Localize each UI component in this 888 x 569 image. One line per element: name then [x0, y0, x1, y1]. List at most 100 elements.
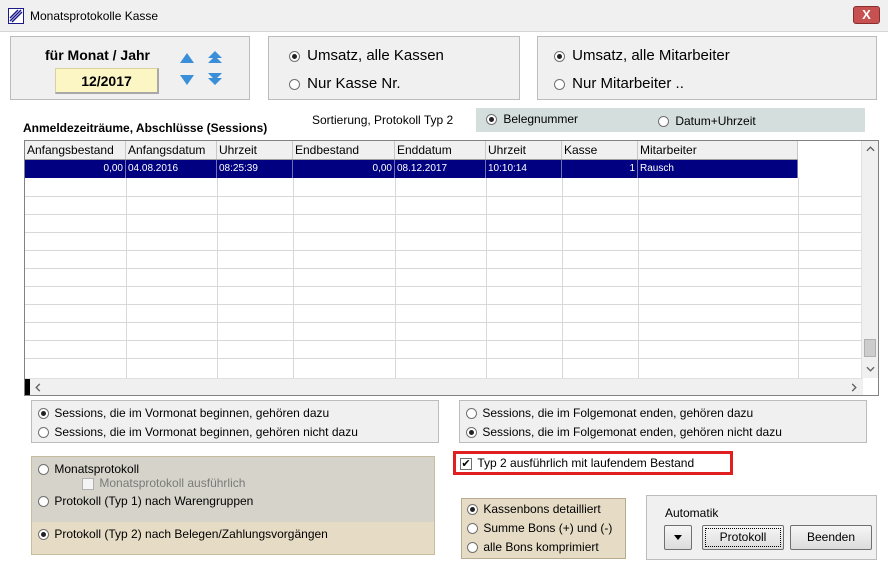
- client-area: für Monat / Jahr 12/2017 Umsatz, alle Ka…: [1, 32, 887, 569]
- cell-anfangsbestand: 0,00: [25, 160, 126, 178]
- sort-option-belegnummer-label: Belegnummer: [503, 112, 579, 126]
- bons-group: Kassenbons detailliert Summe Bons (+) un…: [461, 498, 626, 559]
- mitarbeiter-group: Umsatz, alle Mitarbeiter Nur Mitarbeiter…: [537, 36, 877, 100]
- bons-option-komprimiert[interactable]: alle Bons komprimiert: [467, 540, 599, 554]
- cell-uhrzeit-start: 08:25:39: [217, 160, 293, 178]
- radio-selected-icon: [467, 504, 478, 516]
- cell-kasse: 1: [562, 160, 638, 178]
- header-endbestand[interactable]: Endbestand: [293, 141, 395, 159]
- scroll-up-icon[interactable]: [866, 146, 875, 152]
- cell-endbestand: 0,00: [293, 160, 395, 178]
- kassen-option-all[interactable]: Umsatz, alle Kassen: [289, 47, 444, 64]
- protokoll-option-typ2-label: Protokoll (Typ 2) nach Belegen/Zahlungsv…: [54, 527, 328, 541]
- protokoll-button[interactable]: Protokoll: [702, 525, 784, 550]
- sessions-title: Anmeldezeiträume, Abschlüsse (Sessions): [23, 121, 268, 135]
- kassen-group: Umsatz, alle Kassen Nur Kasse Nr.: [268, 36, 520, 100]
- radio-selected-icon: [289, 50, 300, 62]
- protokoll-option-typ1[interactable]: Protokoll (Typ 1) nach Warengruppen: [38, 494, 253, 508]
- app-icon: [8, 8, 24, 24]
- arrow-up-fast-icon[interactable]: [207, 50, 223, 64]
- sessions-table[interactable]: Anfangsbestand Anfangsdatum Uhrzeit Endb…: [24, 140, 879, 396]
- arrow-up-icon[interactable]: [179, 52, 195, 64]
- scroll-left-icon[interactable]: [35, 383, 41, 392]
- kassen-option-single[interactable]: Nur Kasse Nr.: [289, 75, 401, 92]
- cell-mitarbeiter: Rausch: [638, 160, 798, 178]
- protokoll-option-monat-label: Monatsprotokoll: [54, 462, 140, 476]
- protokoll-sub-checkbox[interactable]: Monatsprotokoll ausführlich: [82, 476, 245, 490]
- window-title: Monatsprotokolle Kasse: [30, 9, 159, 23]
- mitarbeiter-option-all-label: Umsatz, alle Mitarbeiter: [572, 47, 730, 64]
- folgemonat-option-exclude[interactable]: Sessions, die im Folgemonat enden, gehör…: [466, 425, 782, 439]
- table-header: Anfangsbestand Anfangsdatum Uhrzeit Endb…: [25, 141, 798, 160]
- radio-selected-icon: [38, 408, 49, 420]
- row-indicator: [25, 379, 30, 395]
- scroll-right-icon[interactable]: [851, 383, 857, 392]
- vormonat-option-exclude[interactable]: Sessions, die im Vormonat beginnen, gehö…: [38, 425, 358, 439]
- beenden-button[interactable]: Beenden: [790, 525, 872, 550]
- beenden-button-label: Beenden: [806, 530, 856, 544]
- radio-icon: [466, 408, 477, 420]
- horizontal-scrollbar[interactable]: [25, 378, 863, 395]
- table-row[interactable]: 0,00 04.08.2016 08:25:39 0,00 08.12.2017…: [25, 160, 798, 178]
- kassen-option-all-label: Umsatz, alle Kassen: [307, 47, 444, 64]
- checkbox-checked-icon: ✔: [460, 457, 472, 470]
- radio-icon: [467, 542, 478, 554]
- bons-option-komprimiert-label: alle Bons komprimiert: [483, 540, 599, 554]
- mitarbeiter-option-single-label: Nur Mitarbeiter ..: [572, 75, 684, 92]
- protokoll-sub-checkbox-label: Monatsprotokoll ausführlich: [99, 476, 246, 490]
- radio-icon: [38, 464, 49, 476]
- bons-option-detailliert-label: Kassenbons detailliert: [483, 502, 601, 516]
- folgemonat-option-include[interactable]: Sessions, die im Folgemonat enden, gehör…: [466, 406, 753, 420]
- vormonat-group: Sessions, die im Vormonat beginnen, gehö…: [31, 400, 439, 443]
- sort-option-datum-label: Datum+Uhrzeit: [675, 114, 756, 128]
- sort-option-datum[interactable]: Datum+Uhrzeit: [658, 114, 756, 128]
- triangle-down-icon: [674, 535, 682, 541]
- header-mitarbeiter[interactable]: Mitarbeiter: [638, 141, 798, 159]
- protokoll-option-typ2[interactable]: Protokoll (Typ 2) nach Belegen/Zahlungsv…: [38, 527, 328, 541]
- folgemonat-option-exclude-label: Sessions, die im Folgemonat enden, gehör…: [482, 425, 782, 439]
- radio-selected-icon: [486, 114, 497, 126]
- radio-icon: [38, 496, 49, 508]
- header-anfangsbestand[interactable]: Anfangsbestand: [25, 141, 126, 159]
- close-button[interactable]: X: [853, 6, 880, 24]
- automatik-dropdown-button[interactable]: [664, 525, 692, 550]
- radio-icon: [289, 78, 300, 90]
- header-enddatum[interactable]: Enddatum: [395, 141, 486, 159]
- automatik-group: Automatik Protokoll Beenden: [646, 495, 877, 560]
- month-value[interactable]: 12/2017: [55, 68, 159, 94]
- month-label: für Monat / Jahr: [45, 47, 151, 63]
- bons-option-summe-label: Summe Bons (+) und (-): [483, 521, 613, 535]
- radio-selected-icon: [466, 427, 477, 439]
- radio-icon: [658, 116, 669, 128]
- table-grid-lines: [25, 178, 863, 378]
- cell-enddatum: 08.12.2017: [395, 160, 486, 178]
- vertical-scrollbar[interactable]: [861, 141, 878, 378]
- arrow-down-icon[interactable]: [179, 74, 195, 86]
- cell-uhrzeit-end: 10:10:14: [486, 160, 562, 178]
- sort-option-belegnummer[interactable]: Belegnummer: [486, 112, 578, 126]
- kassen-option-single-label: Nur Kasse Nr.: [307, 75, 401, 92]
- arrow-down-fast-icon[interactable]: [207, 72, 223, 86]
- mitarbeiter-option-all[interactable]: Umsatz, alle Mitarbeiter: [554, 47, 730, 64]
- typ2-checkbox[interactable]: ✔ Typ 2 ausführlich mit laufendem Bestan…: [460, 456, 694, 470]
- radio-icon: [554, 78, 565, 90]
- folgemonat-group: Sessions, die im Folgemonat enden, gehör…: [459, 400, 867, 443]
- protokoll-option-monat[interactable]: Monatsprotokoll: [38, 462, 139, 476]
- folgemonat-option-include-label: Sessions, die im Folgemonat enden, gehör…: [482, 406, 754, 420]
- header-uhrzeit-end[interactable]: Uhrzeit: [486, 141, 562, 159]
- protokoll-option-typ1-label: Protokoll (Typ 1) nach Warengruppen: [54, 494, 254, 508]
- vormonat-option-include[interactable]: Sessions, die im Vormonat beginnen, gehö…: [38, 406, 329, 420]
- scroll-thumb[interactable]: [864, 339, 876, 357]
- radio-selected-icon: [38, 529, 49, 541]
- cell-anfangsdatum: 04.08.2016: [126, 160, 217, 178]
- bons-option-summe[interactable]: Summe Bons (+) und (-): [467, 521, 612, 535]
- header-anfangsdatum[interactable]: Anfangsdatum: [126, 141, 217, 159]
- month-group: für Monat / Jahr 12/2017: [10, 36, 250, 100]
- header-kasse[interactable]: Kasse: [562, 141, 638, 159]
- header-uhrzeit-start[interactable]: Uhrzeit: [217, 141, 293, 159]
- vormonat-option-include-label: Sessions, die im Vormonat beginnen, gehö…: [54, 406, 330, 420]
- mitarbeiter-option-single[interactable]: Nur Mitarbeiter ..: [554, 75, 684, 92]
- scroll-down-icon[interactable]: [866, 366, 875, 372]
- bons-option-detailliert[interactable]: Kassenbons detailliert: [467, 502, 601, 516]
- title-bar: Monatsprotokolle Kasse X: [0, 0, 888, 32]
